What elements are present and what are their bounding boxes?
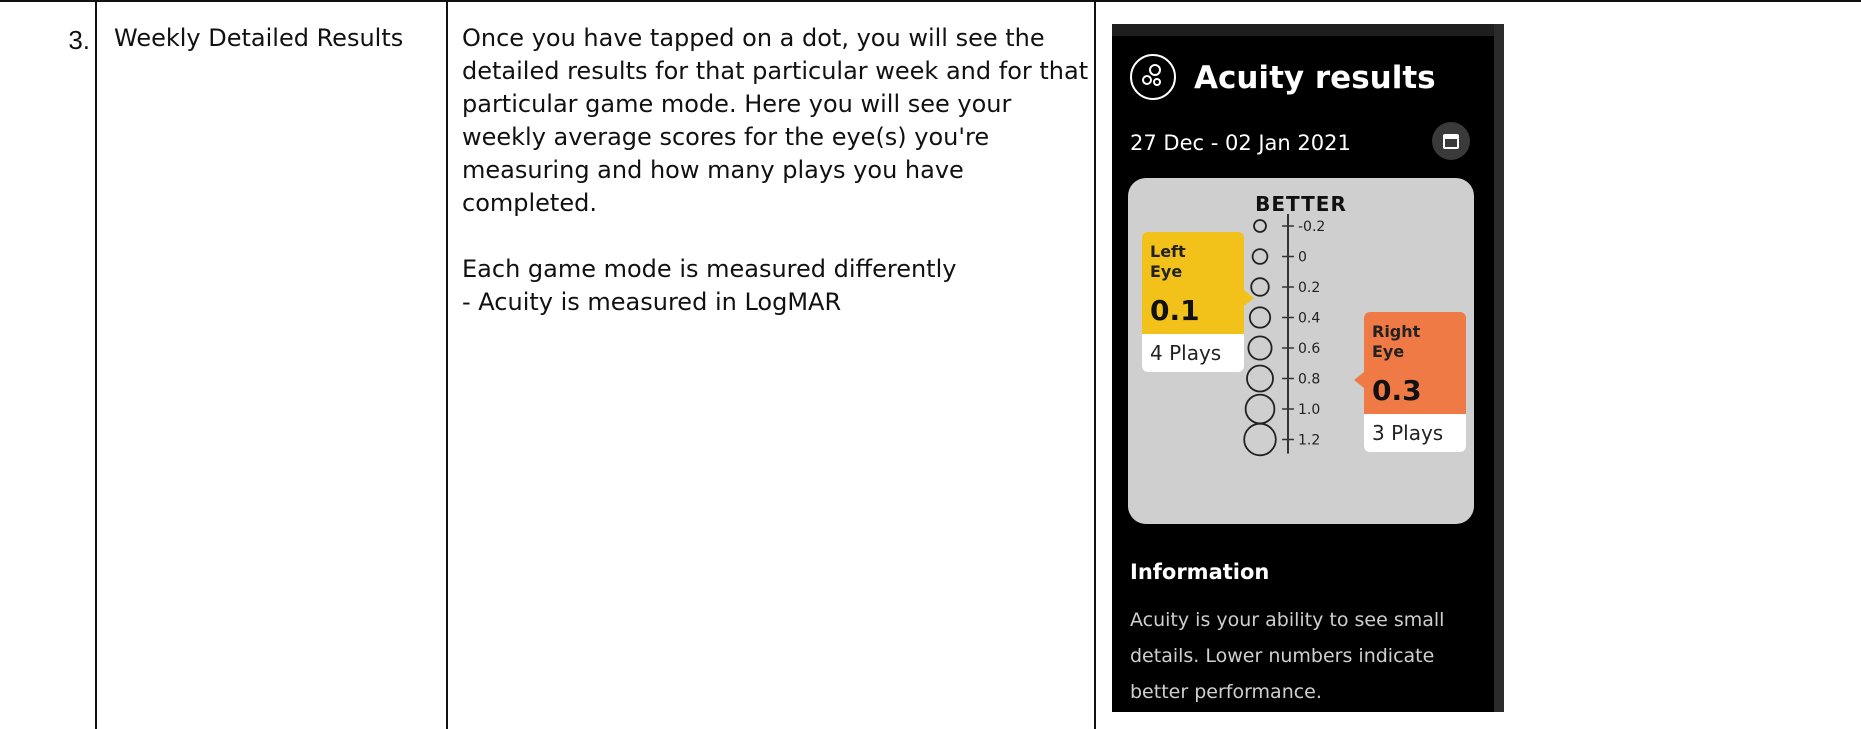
calendar-button[interactable] xyxy=(1432,122,1470,160)
status-bar xyxy=(1112,24,1504,36)
table-top-border xyxy=(0,0,1861,2)
calendar-icon xyxy=(1443,134,1459,149)
left-eye-value: 0.1 xyxy=(1150,294,1200,327)
left-eye-label: Left Eye xyxy=(1150,242,1186,281)
results-card: BETTER -0.2 0 0.2 0.4 0.6 0.8 1.0 1.2 Left Eye … xyxy=(1128,178,1474,524)
row-number: 3. xyxy=(68,25,90,55)
optotype-circle xyxy=(1243,422,1277,457)
left-eye-pointer xyxy=(1244,290,1254,306)
app-screenshot: Acuity results 27 Dec - 02 Jan 2021 BETT… xyxy=(1112,24,1504,712)
optotype-circle xyxy=(1244,393,1276,425)
column-divider-1 xyxy=(446,0,448,729)
optotype-circle xyxy=(1253,219,1267,233)
scale-tick-label: 0.4 xyxy=(1298,311,1320,327)
right-eye-label: Right Eye xyxy=(1372,322,1421,361)
screen-title: Acuity results xyxy=(1194,60,1436,96)
scale-tick-label: -0.2 xyxy=(1298,219,1325,235)
right-eye-plays: 3 Plays xyxy=(1364,414,1466,452)
scale-tick-label: 0 xyxy=(1298,250,1307,266)
scale-tick-label: 0.6 xyxy=(1298,341,1320,357)
scale-tick-label: 1.2 xyxy=(1298,433,1320,449)
date-range: 27 Dec - 02 Jan 2021 xyxy=(1130,131,1351,155)
column-divider-2 xyxy=(1094,0,1096,729)
scale-tick-label: 0.2 xyxy=(1298,280,1320,296)
information-heading: Information xyxy=(1130,560,1270,584)
circles-icon xyxy=(1130,54,1176,100)
information-text: Acuity is your ability to see small deta… xyxy=(1130,609,1445,703)
left-eye-result[interactable]: Left Eye 0.1 4 Plays xyxy=(1142,232,1254,372)
scale-tick-label: 0.8 xyxy=(1298,372,1320,388)
right-eye-value: 0.3 xyxy=(1372,374,1422,407)
screen-edge xyxy=(1494,24,1504,712)
feature-name: Weekly Detailed Results xyxy=(114,24,404,52)
table-left-border xyxy=(95,0,97,729)
optotype-circle xyxy=(1251,248,1269,265)
left-eye-plays: 4 Plays xyxy=(1142,334,1244,372)
scale-tick-label: 1.0 xyxy=(1298,402,1320,418)
optotype-circle xyxy=(1248,306,1272,329)
optotype-circle xyxy=(1246,364,1274,393)
feature-description: Once you have tapped on a dot, you will … xyxy=(462,24,1089,316)
right-eye-result[interactable]: Right Eye 0.3 3 Plays xyxy=(1354,312,1466,452)
right-eye-pointer xyxy=(1354,372,1364,388)
optotype-circle xyxy=(1247,335,1273,361)
